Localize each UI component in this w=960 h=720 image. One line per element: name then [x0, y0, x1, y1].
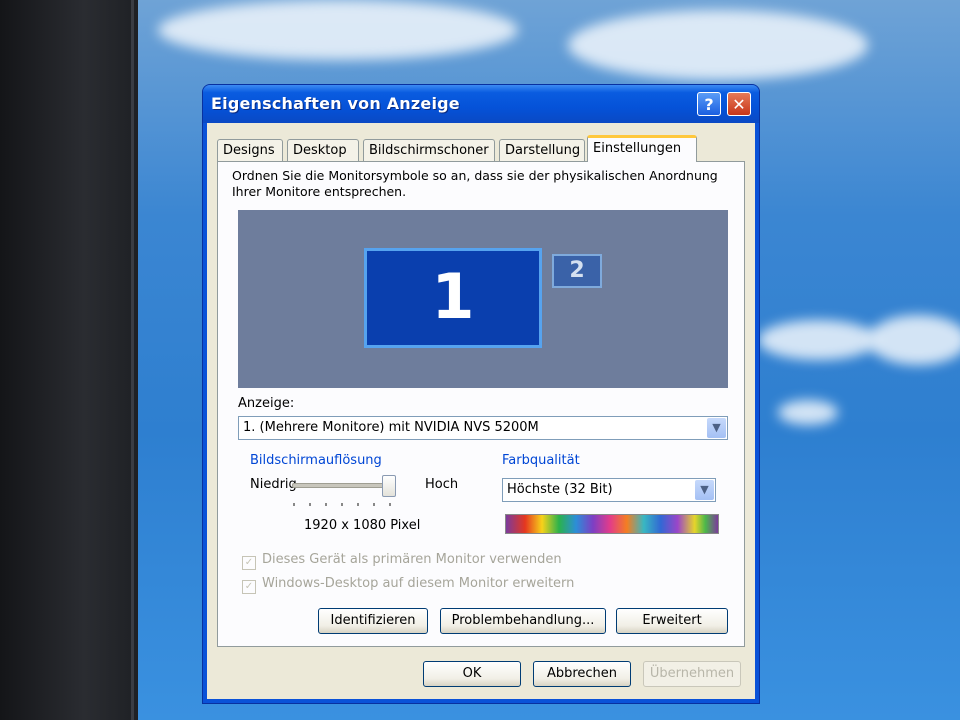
slider-tick — [293, 503, 295, 506]
checkmark-icon: ✓ — [242, 556, 256, 570]
resolution-value: 1920 x 1080 Pixel — [304, 518, 421, 533]
monitor-arrangement-area: 1 2 — [238, 210, 728, 388]
advanced-button[interactable]: Erweitert — [616, 608, 728, 634]
settings-panel: Ordnen Sie die Monitorsymbole so an, das… — [217, 161, 745, 647]
cloud — [568, 10, 868, 80]
monitor-1-icon[interactable]: 1 — [364, 248, 542, 348]
chevron-down-icon[interactable]: ▼ — [707, 418, 726, 438]
title-bar[interactable]: Eigenschaften von Anzeige ? ✕ — [203, 85, 759, 123]
color-spectrum-bar — [505, 514, 719, 534]
cloud — [758, 320, 878, 360]
window-title: Eigenschaften von Anzeige — [211, 94, 460, 113]
tab-screensaver[interactable]: Bildschirmschoner — [363, 139, 495, 161]
resolution-high-label: Hoch — [425, 477, 459, 492]
apply-button[interactable]: Übernehmen — [643, 661, 741, 687]
display-select[interactable]: 1. (Mehrere Monitore) mit NVIDIA NVS 520… — [238, 416, 728, 440]
tab-desktop[interactable]: Desktop — [287, 139, 359, 161]
tab-appearance[interactable]: Darstellung — [499, 139, 585, 161]
checkmark-icon: ✓ — [242, 580, 256, 594]
color-quality-group-title: Farbqualität — [502, 453, 580, 468]
monitor-bezel — [0, 0, 140, 720]
cancel-button[interactable]: Abbrechen — [533, 661, 631, 687]
display-properties-window: Eigenschaften von Anzeige ? ✕ Designs De… — [202, 84, 760, 704]
primary-monitor-label: Dieses Gerät als primären Monitor verwen… — [262, 552, 562, 567]
slider-tick — [389, 503, 391, 506]
extend-desktop-checkbox[interactable]: ✓ Windows-Desktop auf diesem Monitor erwe… — [242, 576, 574, 594]
tab-designs[interactable]: Designs — [217, 139, 283, 161]
primary-monitor-checkbox[interactable]: ✓ Dieses Gerät als primären Monitor verwe… — [242, 552, 562, 570]
dialog-client: Designs Desktop Bildschirmschoner Darste… — [207, 123, 755, 699]
troubleshoot-button[interactable]: Problembehandlung... — [440, 608, 606, 634]
cloud — [158, 0, 518, 60]
slider-tick — [341, 503, 343, 506]
resolution-group-title: Bildschirmauflösung — [250, 453, 382, 468]
display-label: Anzeige: — [238, 396, 295, 411]
tab-settings[interactable]: Einstellungen — [587, 135, 697, 162]
resolution-slider-track[interactable] — [292, 483, 394, 488]
chevron-down-icon[interactable]: ▼ — [695, 480, 714, 500]
slider-tick — [309, 503, 311, 506]
slider-tick — [373, 503, 375, 506]
identify-button[interactable]: Identifizieren — [318, 608, 428, 634]
cloud — [778, 400, 838, 425]
monitor-2-icon[interactable]: 2 — [552, 254, 602, 288]
display-select-value: 1. (Mehrere Monitore) mit NVIDIA NVS 520… — [243, 420, 539, 435]
ok-button[interactable]: OK — [423, 661, 521, 687]
extend-desktop-label: Windows-Desktop auf diesem Monitor erwei… — [262, 576, 575, 591]
color-quality-value: Höchste (32 Bit) — [507, 482, 613, 497]
help-button[interactable]: ? — [697, 92, 721, 116]
bezel-edge — [131, 0, 134, 720]
instruction-text: Ordnen Sie die Monitorsymbole so an, das… — [232, 168, 718, 199]
close-button[interactable]: ✕ — [727, 92, 751, 116]
slider-tick — [357, 503, 359, 506]
resolution-slider-thumb[interactable] — [382, 475, 396, 497]
color-quality-select[interactable]: Höchste (32 Bit) ▼ — [502, 478, 716, 502]
cloud — [868, 315, 960, 365]
slider-tick — [325, 503, 327, 506]
resolution-low-label: Niedrig — [250, 477, 297, 492]
